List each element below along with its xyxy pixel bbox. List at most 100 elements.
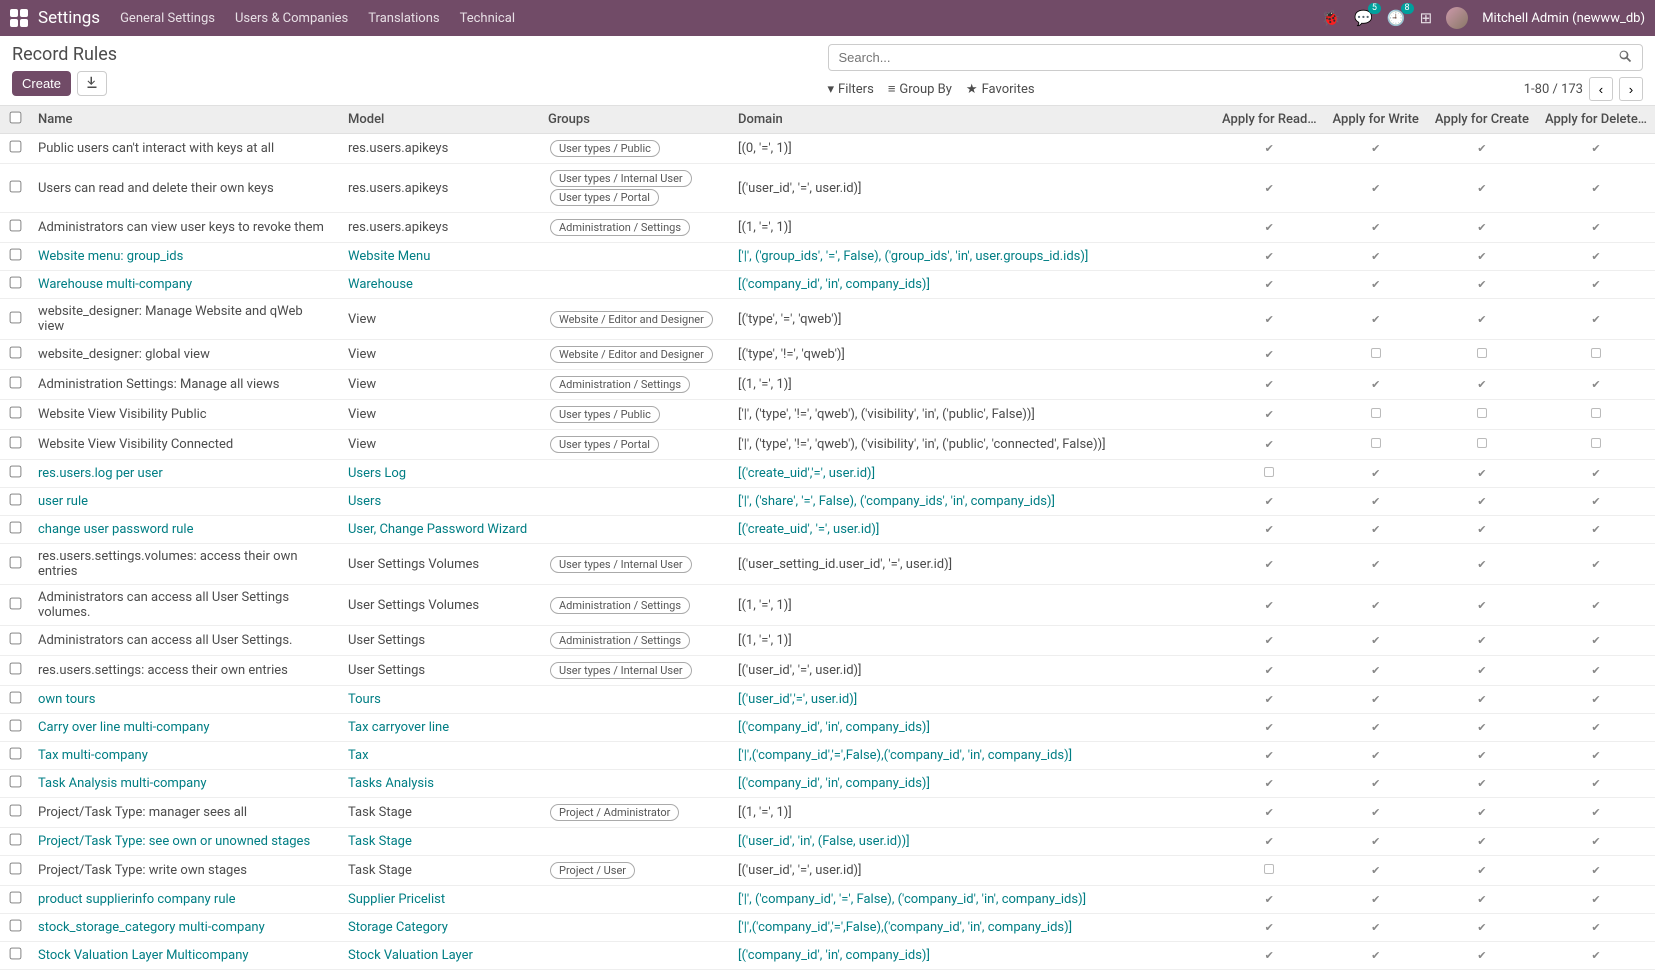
row-checkbox[interactable] (9, 311, 21, 323)
cell-create[interactable]: ✔ (1427, 585, 1537, 626)
user-name[interactable]: Mitchell Admin (newww_db) (1482, 11, 1645, 26)
cell-create[interactable]: ✔ (1427, 886, 1537, 914)
model-link[interactable]: Website Menu (348, 249, 430, 264)
cell-read[interactable]: ✔ (1214, 626, 1325, 656)
table-row[interactable]: Project/Task Type: write own stagesTask … (0, 856, 1655, 886)
row-checkbox[interactable] (9, 556, 21, 568)
cell-write[interactable] (1325, 430, 1427, 460)
cell-delete[interactable]: ✔ (1537, 370, 1655, 400)
name-link[interactable]: Website menu: group_ids (38, 249, 183, 264)
domain-link[interactable]: [('company_id', 'in', company_ids)] (738, 948, 930, 963)
cell-delete[interactable]: ✔ (1537, 656, 1655, 686)
export-button[interactable] (77, 71, 107, 96)
name-link[interactable]: change user password rule (38, 522, 193, 537)
model-link[interactable]: User, Change Password Wizard (348, 522, 527, 537)
cell-create[interactable]: ✔ (1427, 488, 1537, 516)
cell-delete[interactable]: ✔ (1537, 516, 1655, 544)
model-link[interactable]: Tax carryover line (348, 720, 449, 735)
avatar[interactable] (1446, 7, 1468, 29)
row-checkbox[interactable] (9, 663, 21, 675)
cell-create[interactable]: ✔ (1427, 544, 1537, 585)
group-tag[interactable]: User types / Internal User (550, 662, 692, 679)
groupby-toggle[interactable]: ≡ Group By (888, 81, 952, 97)
cell-write[interactable]: ✔ (1325, 770, 1427, 798)
cell-create[interactable]: ✔ (1427, 516, 1537, 544)
nav-users[interactable]: Users & Companies (235, 11, 348, 26)
row-checkbox[interactable] (9, 948, 21, 960)
cell-write[interactable]: ✔ (1325, 134, 1427, 164)
cell-write[interactable]: ✔ (1325, 243, 1427, 271)
debug-icon[interactable]: 🐞 (1322, 9, 1341, 27)
cell-delete[interactable]: ✔ (1537, 164, 1655, 213)
row-checkbox[interactable] (9, 407, 21, 419)
name-link[interactable]: Tax multi-company (38, 748, 148, 763)
col-groups[interactable]: Groups (540, 106, 730, 134)
cell-delete[interactable] (1537, 340, 1655, 370)
cell-read[interactable]: ✔ (1214, 828, 1325, 856)
domain-link[interactable]: ['|', ('group_ids', '=', False), ('group… (738, 249, 1088, 264)
table-row[interactable]: Tax multi-companyTax['|',('company_id','… (0, 742, 1655, 770)
table-row[interactable]: user ruleUsers['|', ('share', '=', False… (0, 488, 1655, 516)
row-checkbox[interactable] (9, 805, 21, 817)
table-row[interactable]: res.users.settings.volumes: access their… (0, 544, 1655, 585)
model-link[interactable]: Warehouse (348, 277, 413, 292)
table-row[interactable]: Users can read and delete their own keys… (0, 164, 1655, 213)
row-checkbox[interactable] (9, 863, 21, 875)
table-row[interactable]: res.users.settings: access their own ent… (0, 656, 1655, 686)
name-link[interactable]: own tours (38, 692, 95, 707)
cell-create[interactable] (1427, 430, 1537, 460)
cell-delete[interactable]: ✔ (1537, 626, 1655, 656)
cell-create[interactable]: ✔ (1427, 271, 1537, 299)
domain-link[interactable]: [('create_uid', '=', user.id)] (738, 522, 879, 537)
model-link[interactable]: Stock Valuation Layer (348, 948, 473, 963)
group-tag[interactable]: User types / Portal (550, 189, 659, 206)
group-tag[interactable]: Administration / Settings (550, 376, 690, 393)
domain-link[interactable]: ['|',('company_id','=',False),('company_… (738, 748, 1072, 763)
cell-write[interactable]: ✔ (1325, 488, 1427, 516)
model-link[interactable]: Storage Category (348, 920, 448, 935)
cell-delete[interactable]: ✔ (1537, 271, 1655, 299)
group-tag[interactable]: User types / Internal User (550, 170, 692, 187)
group-tag[interactable]: Website / Editor and Designer (550, 311, 713, 328)
model-link[interactable]: Supplier Pricelist (348, 892, 445, 907)
row-checkbox[interactable] (9, 347, 21, 359)
cell-read[interactable]: ✔ (1214, 886, 1325, 914)
cell-write[interactable]: ✔ (1325, 656, 1427, 686)
cell-delete[interactable]: ✔ (1537, 299, 1655, 340)
domain-link[interactable]: [('company_id', 'in', company_ids)] (738, 277, 930, 292)
col-write[interactable]: Apply for Write (1325, 106, 1427, 134)
cell-write[interactable] (1325, 400, 1427, 430)
row-checkbox[interactable] (9, 522, 21, 534)
cell-read[interactable]: ✔ (1214, 340, 1325, 370)
name-link[interactable]: user rule (38, 494, 88, 509)
cell-write[interactable]: ✔ (1325, 626, 1427, 656)
group-tag[interactable]: Project / Administrator (550, 804, 679, 821)
row-checkbox[interactable] (9, 892, 21, 904)
col-create[interactable]: Apply for Create (1427, 106, 1537, 134)
cell-read[interactable]: ✔ (1214, 488, 1325, 516)
table-row[interactable]: change user password rule User, Change Pa… (0, 516, 1655, 544)
cell-read[interactable]: ✔ (1214, 516, 1325, 544)
create-button[interactable]: Create (12, 71, 71, 96)
model-link[interactable]: Task Stage (348, 834, 412, 849)
cell-delete[interactable]: ✔ (1537, 828, 1655, 856)
name-link[interactable]: Warehouse multi-company (38, 277, 192, 292)
cell-delete[interactable]: ✔ (1537, 544, 1655, 585)
cell-write[interactable] (1325, 340, 1427, 370)
cell-delete[interactable]: ✔ (1537, 886, 1655, 914)
cell-write[interactable]: ✔ (1325, 299, 1427, 340)
cell-delete[interactable]: ✔ (1537, 742, 1655, 770)
table-row[interactable]: website_designer: global viewViewWebsite… (0, 340, 1655, 370)
cell-create[interactable]: ✔ (1427, 243, 1537, 271)
group-tag[interactable]: User types / Public (550, 140, 660, 157)
search-button[interactable] (1608, 45, 1642, 70)
cell-read[interactable]: ✔ (1214, 544, 1325, 585)
col-read[interactable]: Apply for Read… (1214, 106, 1325, 134)
cell-write[interactable]: ✔ (1325, 213, 1427, 243)
group-tag[interactable]: Administration / Settings (550, 219, 690, 236)
cell-create[interactable]: ✔ (1427, 134, 1537, 164)
cell-read[interactable]: ✔ (1214, 585, 1325, 626)
cell-write[interactable]: ✔ (1325, 460, 1427, 488)
group-tag[interactable]: User types / Internal User (550, 556, 692, 573)
row-checkbox[interactable] (9, 692, 21, 704)
